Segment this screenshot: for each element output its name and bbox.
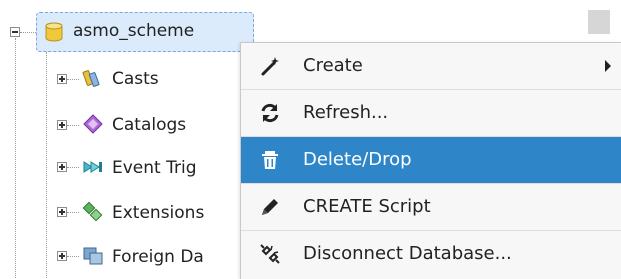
tree-connector: [67, 212, 79, 213]
tree-connector: [15, 38, 16, 278]
wand-icon: [261, 57, 279, 76]
expand-toggle[interactable]: [57, 120, 67, 130]
scrollbar-thumb[interactable]: [588, 10, 610, 34]
disconnect-icon: [260, 244, 280, 264]
tree-node-label[interactable]: Catalogs: [112, 115, 186, 135]
menu-item-create-script[interactable]: CREATE Script: [241, 184, 621, 230]
pencil-icon: [262, 199, 278, 215]
expand-toggle[interactable]: [57, 251, 67, 261]
expand-toggle[interactable]: [57, 74, 67, 84]
foreign-data-icon: [83, 247, 103, 265]
refresh-icon: [261, 103, 279, 123]
submenu-arrow-icon: [605, 60, 611, 72]
menu-item-label: Disconnect Database...: [303, 243, 512, 264]
tree-node-asmo-scheme[interactable]: asmo_scheme: [36, 12, 254, 52]
menu-item-disconnect-database[interactable]: Disconnect Database...: [241, 231, 621, 277]
menu-item-label: Create: [303, 55, 363, 76]
menu-item-refresh[interactable]: Refresh...: [241, 90, 621, 136]
casts-icon: [82, 70, 100, 87]
catalogs-icon: [83, 114, 103, 134]
event-triggers-icon: [83, 161, 102, 173]
tree-connector: [67, 125, 79, 126]
tree-connector: [46, 52, 47, 278]
menu-item-create[interactable]: Create: [241, 43, 621, 89]
root-collapse-toggle[interactable]: [10, 27, 20, 37]
menu-item-label: Delete/Drop: [303, 149, 412, 170]
tree-node-label[interactable]: Casts: [112, 69, 159, 89]
extensions-icon: [82, 201, 103, 222]
database-icon: [45, 22, 63, 42]
tree-node-label[interactable]: Extensions: [112, 203, 204, 223]
menu-item-delete-drop[interactable]: Delete/Drop: [241, 137, 621, 183]
expand-toggle[interactable]: [57, 207, 67, 217]
tree-node-label[interactable]: Event Trig: [112, 158, 197, 178]
trash-icon: [262, 151, 278, 169]
tree-connector: [20, 32, 36, 33]
tree-connector: [67, 256, 79, 257]
menu-item-label: Refresh...: [303, 102, 389, 123]
tree-connector: [67, 79, 79, 80]
tree-node-label[interactable]: Foreign Da: [112, 247, 204, 267]
expand-toggle[interactable]: [57, 162, 67, 172]
tree-connector: [67, 167, 79, 168]
context-menu: Create Refresh... Delete/Drop CREATE Scr…: [240, 42, 621, 279]
menu-item-label: CREATE Script: [303, 196, 431, 217]
tree-node-label: asmo_scheme: [73, 21, 195, 41]
